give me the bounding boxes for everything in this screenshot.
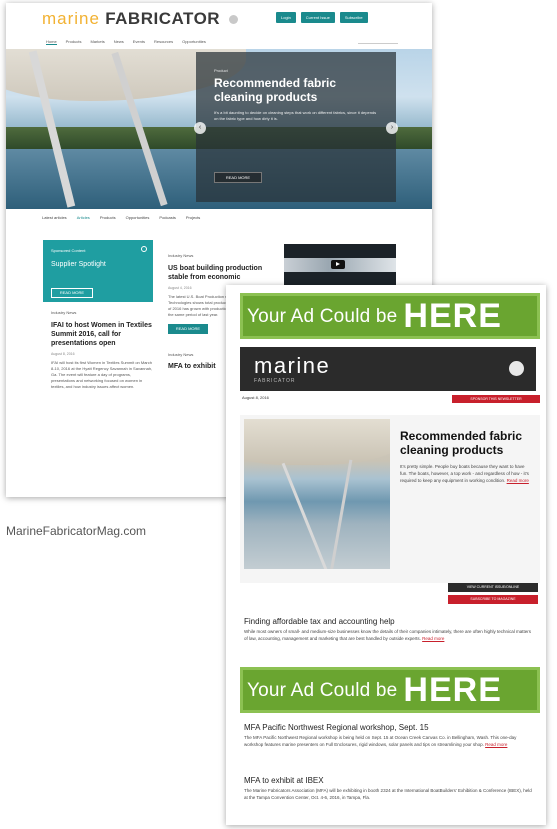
feature-title[interactable]: Recommended fabric cleaning products — [400, 429, 536, 457]
newsletter-masthead: marine FABRICATOR — [240, 347, 536, 391]
newsletter-logo-sub: FABRICATOR — [254, 378, 296, 384]
sponsor-button[interactable]: SPONSOR THIS NEWSLETTER — [452, 395, 540, 403]
tab-opportunities[interactable]: Opportunities — [126, 215, 150, 220]
ad-headline: HERE — [403, 297, 502, 335]
read-more-button[interactable]: READ MORE — [168, 324, 208, 334]
subscribe-button[interactable]: Subscribe — [339, 12, 368, 23]
story-body: The Marine Fabricators Association (MFA)… — [244, 788, 534, 801]
site-logo[interactable]: marine FABRICATOR — [42, 9, 239, 29]
nav-item-home[interactable]: Home — [46, 39, 57, 45]
ad-text: Your Ad Could be — [247, 679, 398, 701]
article-title[interactable]: US boat building production stable from … — [168, 264, 268, 282]
newsletter-date: August 8, 2016 — [242, 395, 269, 400]
ad-text: Your Ad Could be — [247, 305, 398, 327]
story-body: While most owners of small- and medium-s… — [244, 629, 534, 642]
ad-banner-middle[interactable]: Your Ad Could be HERE — [240, 667, 540, 713]
spotlight-title[interactable]: Supplier Spotlight — [51, 261, 145, 268]
search-input[interactable] — [358, 38, 398, 44]
tab-latest-articles[interactable]: Latest articles — [42, 215, 67, 220]
tab-projects[interactable]: Projects — [186, 215, 200, 220]
image-rail — [328, 459, 353, 569]
nav-item-news[interactable]: News — [114, 39, 124, 45]
nav-item-products[interactable]: Products — [66, 39, 82, 45]
story-read-more-link[interactable]: Read more — [422, 636, 444, 641]
main-nav: Home Products Markets News Events Resour… — [46, 39, 206, 45]
feature-story: Recommended fabric cleaning products It’… — [240, 415, 540, 583]
hero-read-more-button[interactable]: READ MORE — [214, 172, 262, 183]
story-text: The Marine Fabricators Association (MFA)… — [244, 788, 532, 800]
content-column-1: Sponsored Content Supplier Spotlight REA… — [43, 240, 153, 390]
login-button[interactable]: Login — [276, 12, 296, 23]
view-current-issue-button[interactable]: VIEW CURRENT ISSUE/ONLINE — [448, 583, 538, 592]
tab-podcasts[interactable]: Podcasts — [159, 215, 175, 220]
article-date: August 8, 2016 — [51, 352, 75, 356]
tab-articles[interactable]: Articles — [77, 215, 90, 220]
logo-marine: marine — [42, 9, 100, 28]
site-caption: MarineFabricatorMag.com — [6, 524, 147, 538]
article-excerpt: IFAI will host its first Women in Textil… — [51, 360, 153, 389]
ad-banner-top[interactable]: Your Ad Could be HERE — [240, 293, 540, 339]
feature-image[interactable] — [244, 419, 390, 569]
nav-item-markets[interactable]: Markets — [90, 39, 104, 45]
feature-read-more-link[interactable]: Read more — [507, 478, 529, 483]
story-body: The MFA Pacific Northwest Regional works… — [244, 735, 534, 748]
nav-item-events[interactable]: Events — [133, 39, 145, 45]
image-canopy — [244, 419, 390, 465]
carousel-next-icon[interactable]: › — [386, 122, 398, 134]
article-kicker: Industry News — [168, 253, 194, 258]
nav-item-opportunities[interactable]: Opportunities — [182, 39, 206, 45]
story-text: The MFA Pacific Northwest Regional works… — [244, 735, 517, 747]
logo-badge-icon — [509, 361, 524, 376]
newsletter-story: MFA Pacific Northwest Regional workshop,… — [244, 723, 534, 748]
ad-headline: HERE — [403, 671, 502, 709]
feature-body: It’s pretty simple. People buy boats bec… — [400, 463, 532, 484]
newsletter-screenshot: Your Ad Could be HERE marine FABRICATOR … — [226, 285, 546, 825]
nav-item-resources[interactable]: Resources — [154, 39, 173, 45]
subscribe-magazine-button[interactable]: SUBSCRIBE TO MAGAZINE — [448, 595, 538, 604]
newsletter-story: Finding affordable tax and accounting he… — [244, 617, 534, 642]
carousel-prev-icon[interactable]: ‹ — [194, 122, 206, 134]
story-title[interactable]: MFA Pacific Northwest Regional workshop,… — [244, 723, 534, 732]
spotlight-read-more-button[interactable]: READ MORE — [51, 288, 93, 298]
content-tabs: Latest articles Articles Products Opport… — [42, 215, 200, 220]
story-read-more-link[interactable]: Read more — [485, 742, 507, 747]
info-icon — [141, 246, 147, 252]
hero-carousel: Product Recommended fabric cleaning prod… — [6, 49, 432, 209]
hero-panel: Product Recommended fabric cleaning prod… — [196, 52, 396, 202]
play-icon[interactable] — [331, 260, 345, 269]
supplier-spotlight-box: Sponsored Content Supplier Spotlight REA… — [43, 240, 153, 302]
current-issue-button[interactable]: Current Issue — [300, 12, 335, 23]
tab-products[interactable]: Products — [100, 215, 116, 220]
hero-kicker: Product — [214, 68, 228, 73]
spotlight-kicker: Sponsored Content — [51, 248, 86, 253]
video-thumbnail[interactable] — [284, 244, 396, 286]
newsletter-story: MFA to exhibit at IBEX The Marine Fabric… — [244, 776, 534, 801]
header-buttons: Login Current Issue Subscribe — [276, 12, 368, 23]
article-kicker: Industry News — [51, 310, 77, 315]
story-text: While most owners of small- and medium-s… — [244, 629, 532, 641]
logo-fabricator: FABRICATOR — [105, 9, 221, 28]
story-title[interactable]: MFA to exhibit at IBEX — [244, 776, 534, 785]
hero-title[interactable]: Recommended fabric cleaning products — [214, 76, 378, 104]
image-rail — [281, 462, 330, 569]
hero-body: It’s a bit daunting to decide on cleanin… — [214, 110, 377, 121]
newsletter-logo[interactable]: marine — [254, 355, 330, 377]
story-title[interactable]: Finding affordable tax and accounting he… — [244, 617, 534, 626]
logo-badge-icon — [229, 15, 239, 25]
site-header: marine FABRICATOR Login Current Issue Su… — [6, 3, 432, 33]
article-title[interactable]: IFAI to host Women in Textiles Summit 20… — [43, 321, 153, 348]
